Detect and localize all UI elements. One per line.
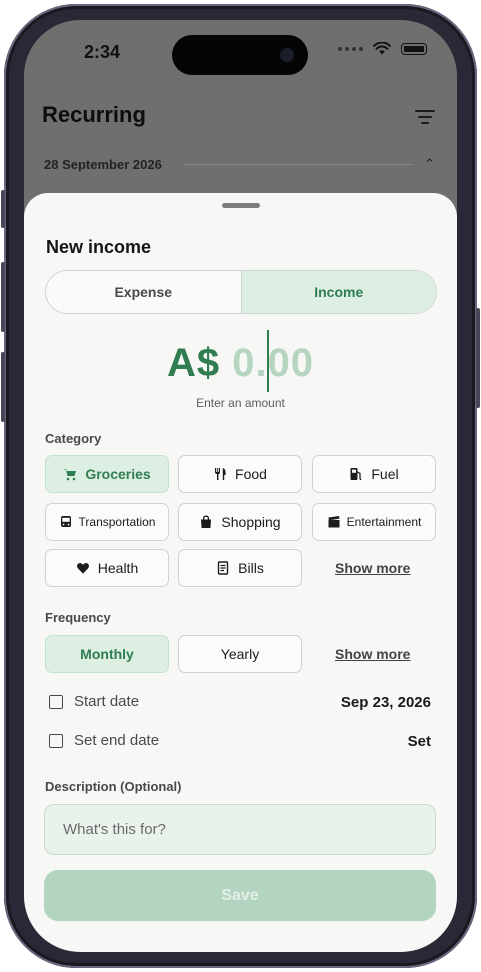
category-chip-food[interactable]: Food <box>178 455 302 493</box>
amount-hint: Enter an amount <box>196 396 285 410</box>
chip-label: Entertainment <box>346 515 422 529</box>
calendar-end-icon <box>49 734 63 748</box>
chip-label: Shopping <box>221 514 281 530</box>
volume-down-button <box>1 352 5 422</box>
category-chip-entertainment[interactable]: Entertainment <box>312 503 436 541</box>
chip-label: Fuel <box>371 466 399 482</box>
start-date-label: Start date <box>74 693 140 710</box>
screen: 2:34 Recurring 28 September 2026 ⌃ New i… <box>24 20 457 952</box>
category-chip-transportation[interactable]: Transportation <box>45 503 169 541</box>
frequency-label: Frequency <box>45 610 111 625</box>
text-caret <box>267 330 269 392</box>
segment-income[interactable]: Income <box>240 271 436 313</box>
start-date-value[interactable]: Sep 23, 2026 <box>341 694 431 711</box>
filter-icon[interactable] <box>415 110 435 126</box>
chip-label: Food <box>235 466 267 482</box>
category-chip-shopping[interactable]: Shopping <box>178 503 302 541</box>
frequency-chip-yearly[interactable]: Yearly <box>178 635 302 673</box>
set-end-date-button[interactable]: Set <box>408 733 431 750</box>
volume-up-button <box>1 262 5 332</box>
chip-label: Monthly <box>80 646 134 662</box>
battery-icon <box>401 42 427 55</box>
segment-expense[interactable]: Expense <box>46 271 241 313</box>
chip-label: Bills <box>238 560 264 576</box>
heart-icon <box>76 562 89 574</box>
category-chip-fuel[interactable]: Fuel <box>312 455 436 493</box>
cutlery-icon <box>215 468 226 480</box>
currency-symbol: A$ <box>166 341 221 385</box>
bus-icon <box>60 516 71 527</box>
chip-label: Groceries <box>85 466 151 482</box>
sheet-title: New income <box>46 237 152 257</box>
date-header: 28 September 2026 <box>44 157 162 172</box>
chip-label: Transportation <box>78 515 156 529</box>
action-button <box>1 190 5 228</box>
divider <box>184 164 413 165</box>
cart-icon <box>64 469 77 481</box>
chip-label: Health <box>97 560 139 576</box>
category-label: Category <box>45 431 102 446</box>
category-chip-health[interactable]: Health <box>45 549 169 587</box>
frequency-show-more-link[interactable]: Show more <box>335 646 410 662</box>
category-chip-bills[interactable]: Bills <box>178 549 302 587</box>
frequency-chip-monthly[interactable]: Monthly <box>45 635 169 673</box>
end-date-label: Set end date <box>74 732 160 749</box>
description-label: Description (Optional) <box>45 779 182 794</box>
chip-label: Yearly <box>220 646 260 662</box>
fuel-pump-icon <box>350 468 362 481</box>
save-button[interactable]: Save <box>44 870 436 921</box>
signal-icon <box>338 46 363 51</box>
status-icons <box>338 42 427 55</box>
category-chip-groceries[interactable]: Groceries <box>45 455 169 493</box>
chevron-up-icon[interactable]: ⌃ <box>424 156 435 172</box>
new-income-sheet: New income Expense Income A$ 0.00 Enter … <box>24 193 457 952</box>
camera-icon <box>280 48 294 62</box>
description-input[interactable]: What's this for? <box>44 804 436 855</box>
type-segmented-control: Expense Income <box>45 270 437 314</box>
sheet-grabber[interactable] <box>222 203 260 208</box>
wifi-icon <box>373 42 391 55</box>
clapperboard-icon <box>328 516 340 528</box>
receipt-icon <box>217 561 229 575</box>
category-show-more-link[interactable]: Show more <box>335 560 410 576</box>
amount-value: 0.00 <box>232 341 315 385</box>
status-time: 2:34 <box>84 42 121 62</box>
dynamic-island <box>172 35 308 75</box>
amount-input[interactable]: A$ 0.00 <box>24 341 457 386</box>
calendar-start-icon <box>49 695 63 709</box>
shopping-bag-icon <box>201 515 212 528</box>
power-button <box>476 308 480 408</box>
page-title: Recurring <box>42 102 146 127</box>
